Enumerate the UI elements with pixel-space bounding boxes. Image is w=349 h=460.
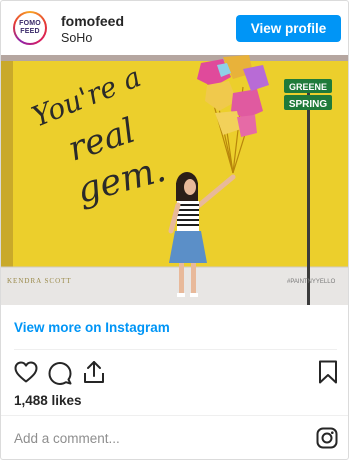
- post-photo[interactable]: You're a real gem. GREENE SPRING KENDRA …: [1, 55, 348, 305]
- sign-pole: [307, 79, 310, 305]
- divider: [14, 349, 337, 350]
- instagram-embed-card: FOMO FEED fomofeed SoHo View profile You…: [0, 0, 349, 460]
- view-more-link[interactable]: View more on Instagram: [14, 320, 170, 335]
- mural-scene: You're a real gem. GREENE SPRING KENDRA …: [1, 55, 348, 305]
- artist-credit: KENDRA SCOTT: [7, 277, 72, 285]
- avatar-logo: FOMO FEED: [15, 13, 45, 43]
- location[interactable]: SoHo: [61, 31, 92, 45]
- avatar-text-top: FOMO: [19, 20, 41, 27]
- comment-divider: [1, 415, 348, 416]
- heart-icon[interactable]: [14, 361, 38, 383]
- avatar-text-bottom: FEED: [20, 28, 40, 35]
- likes-count[interactable]: 1,488 likes: [14, 393, 82, 408]
- bookmark-icon[interactable]: [318, 360, 338, 384]
- avatar[interactable]: FOMO FEED: [13, 11, 47, 45]
- street-sign-bottom: SPRING: [289, 99, 328, 110]
- street-sign-top: GREENE: [289, 82, 327, 92]
- comment-icon[interactable]: [48, 361, 72, 385]
- share-icon[interactable]: [83, 360, 105, 384]
- view-profile-button[interactable]: View profile: [236, 15, 341, 42]
- post-header: FOMO FEED fomofeed SoHo View profile: [1, 1, 348, 55]
- instagram-icon[interactable]: [316, 427, 338, 449]
- username[interactable]: fomofeed: [61, 13, 124, 29]
- add-comment-field[interactable]: Add a comment...: [14, 431, 120, 446]
- hashtag: #PAINTNYYELLO: [287, 279, 336, 285]
